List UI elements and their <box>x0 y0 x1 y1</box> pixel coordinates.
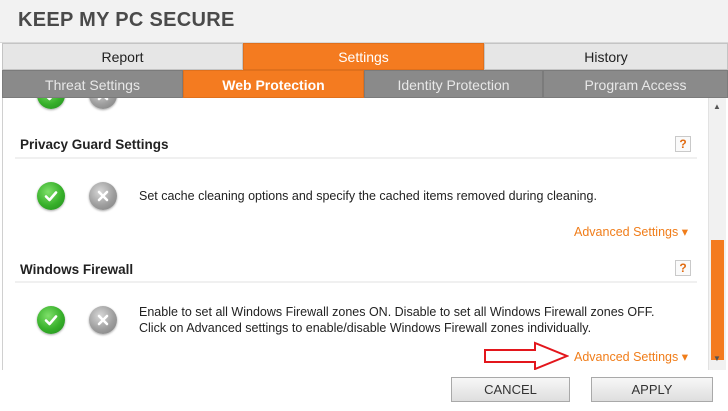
section-divider <box>15 157 697 159</box>
secondary-tabs: Threat Settings Web Protection Identity … <box>2 70 728 98</box>
x-circle-icon[interactable] <box>89 306 117 334</box>
tab-threat-settings[interactable]: Threat Settings <box>2 70 183 98</box>
primary-tabs: Report Settings History <box>2 43 728 70</box>
help-icon[interactable]: ? <box>675 260 691 276</box>
description-line: Enable to set all Windows Firewall zones… <box>139 305 655 319</box>
annotation-arrow-icon <box>484 341 569 371</box>
settings-content: Privacy Guard Settings ? Set cache clean… <box>2 98 709 370</box>
apply-button[interactable]: APPLY <box>591 377 713 402</box>
privacy-guard-description: Set cache cleaning options and specify t… <box>139 189 597 203</box>
title-bar: KEEP MY PC SECURE <box>0 0 728 43</box>
scroll-thumb[interactable] <box>711 240 724 360</box>
vertical-scrollbar[interactable]: ▲ ▼ <box>708 98 726 370</box>
scroll-down-icon[interactable]: ▼ <box>713 354 721 363</box>
app-title: KEEP MY PC SECURE <box>18 9 235 31</box>
tab-identity-protection[interactable]: Identity Protection <box>364 70 543 98</box>
tab-web-protection[interactable]: Web Protection <box>183 70 364 98</box>
section-title-windows-firewall: Windows Firewall <box>20 262 134 277</box>
check-circle-icon[interactable] <box>37 306 65 334</box>
section-divider <box>15 281 697 283</box>
help-icon[interactable]: ? <box>675 136 691 152</box>
tab-report[interactable]: Report <box>2 43 243 70</box>
privacy-guard-advanced-settings-link[interactable]: Advanced Settings ▾ <box>574 224 688 239</box>
section-title-privacy-guard: Privacy Guard Settings <box>20 137 169 152</box>
windows-firewall-description: Enable to set all Windows Firewall zones… <box>139 305 694 336</box>
x-circle-icon[interactable] <box>89 182 117 210</box>
cancel-button[interactable]: CANCEL <box>451 377 570 402</box>
description-line: Click on Advanced settings to enable/dis… <box>139 320 592 335</box>
windows-firewall-advanced-settings-link[interactable]: Advanced Settings ▾ <box>574 349 688 364</box>
check-circle-icon[interactable] <box>37 98 65 109</box>
x-circle-icon[interactable] <box>89 98 117 109</box>
footer: CANCEL APPLY <box>0 370 728 411</box>
check-circle-icon[interactable] <box>37 182 65 210</box>
tab-program-access[interactable]: Program Access <box>543 70 728 98</box>
tab-settings[interactable]: Settings <box>243 43 484 70</box>
scroll-up-icon[interactable]: ▲ <box>713 102 721 111</box>
tab-history[interactable]: History <box>484 43 728 70</box>
